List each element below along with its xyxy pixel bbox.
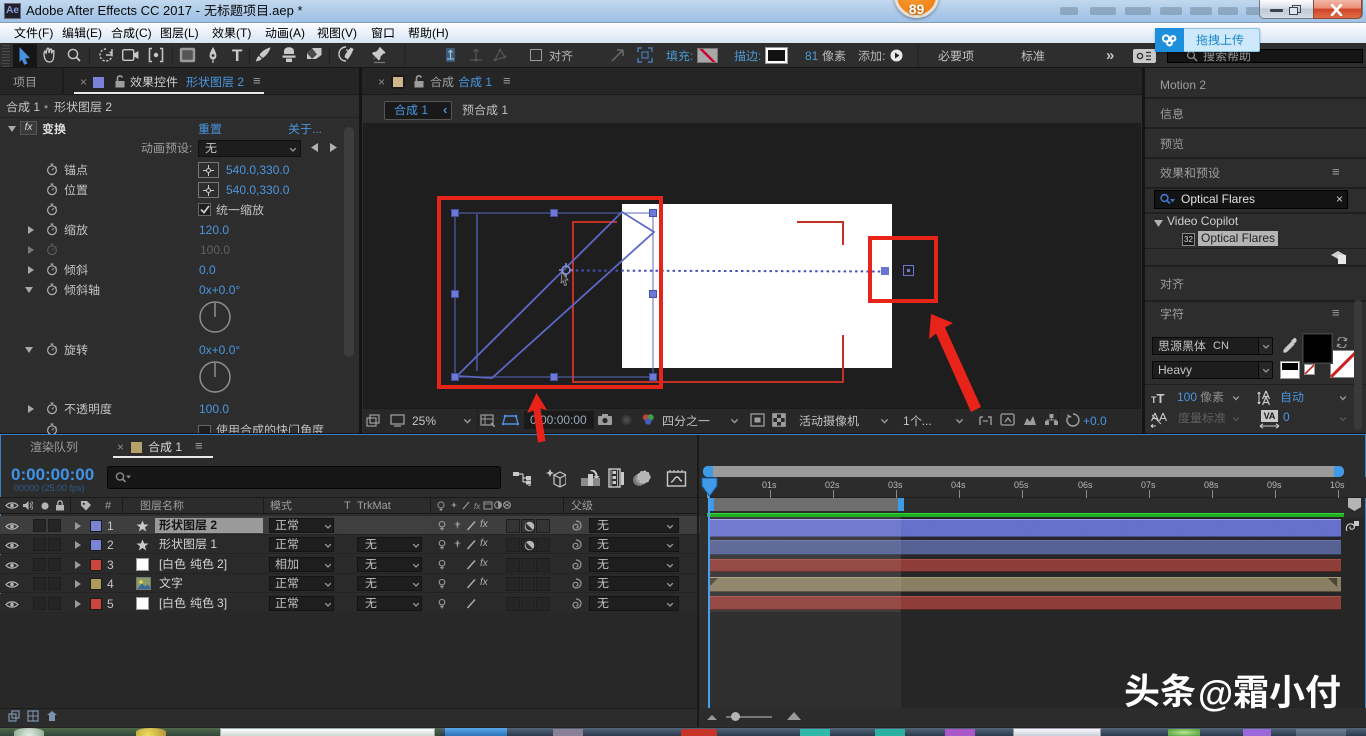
svg-text:fx: fx (474, 502, 481, 511)
